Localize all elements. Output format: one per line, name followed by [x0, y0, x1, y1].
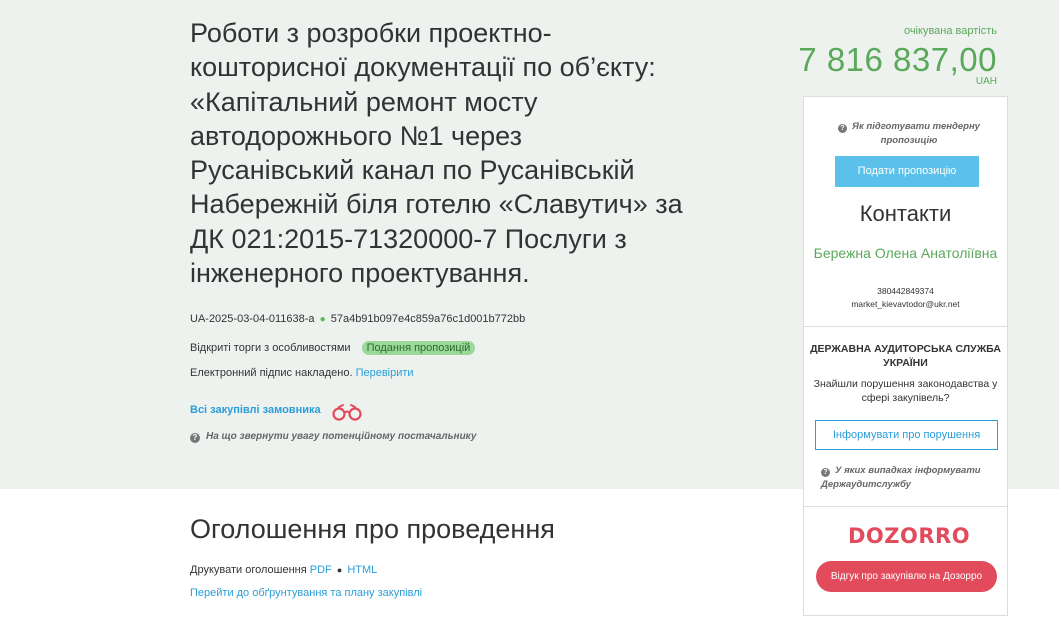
- print-pdf-link[interactable]: PDF: [310, 564, 332, 576]
- tender-title: Роботи з розробки проектно-кошторисної д…: [190, 18, 683, 289]
- contact-phone: 380442849374: [877, 286, 934, 296]
- report-violation-button[interactable]: Інформувати про порушення: [815, 420, 998, 450]
- question-icon: ?: [190, 433, 200, 443]
- contact-name: Бережна Олена Анатоліївна: [813, 245, 998, 261]
- expected-value-currency: UAH: [975, 76, 997, 87]
- contacts-title: Контакти: [859, 201, 952, 226]
- announcement-title: Оголошення про проведення: [190, 514, 555, 544]
- binoculars-icon[interactable]: [331, 403, 363, 421]
- procurement-plan-link[interactable]: Перейти до обґрунтування та плану закупі…: [190, 587, 422, 599]
- dasu-title: ДЕРЖАВНА АУДИТОРСЬКА СЛУЖБА УКРАЇНИ: [810, 343, 1001, 369]
- procedure-info: Відкриті торги з особливостями Подання п…: [190, 341, 476, 355]
- status-badge: Подання пропозицій: [361, 341, 476, 355]
- dozorro-logo: DOZORRO: [848, 524, 971, 548]
- howto-proposal-link[interactable]: ? Як підготувати тендерну пропозицію: [834, 120, 984, 148]
- divider: [804, 506, 1007, 507]
- contact-email: market_kievavtodor@ukr.net: [851, 299, 960, 309]
- attention-text: На що звернути увагу потенційному постач…: [206, 431, 477, 442]
- procedure-type: Відкриті торги з особливостями: [190, 342, 351, 354]
- esign-text: Електронний підпис накладено.: [190, 367, 353, 379]
- question-icon: ?: [838, 124, 848, 133]
- question-icon: ?: [821, 468, 830, 477]
- expected-value-caption: очікувана вартість: [903, 25, 997, 37]
- all-purchases-link[interactable]: Всі закупівлі замовника: [190, 404, 321, 416]
- expected-value-amount: 7 816 837,00: [798, 41, 997, 78]
- sidebar-panel: ? Як підготувати тендерну пропозицію Пода…: [803, 96, 1008, 616]
- dozorro-feedback-button[interactable]: Відгук про закупівлю на Дозорро: [816, 561, 997, 592]
- tender-id: UA-2025-03-04-011638-a: [190, 313, 315, 325]
- when-to-report-link[interactable]: ? У яких випадках інформувати Держаудитсл…: [821, 464, 1001, 492]
- divider: [804, 326, 1007, 327]
- submit-proposal-button[interactable]: Подати пропозицію: [835, 156, 979, 187]
- separator-dot: ●: [319, 314, 326, 325]
- esign-info: Електронний підпис накладено. Перевірити: [190, 367, 414, 379]
- supplier-attention-link[interactable]: ? На що звернути увагу потенційному поста…: [190, 431, 476, 443]
- print-html-link[interactable]: HTML: [347, 564, 377, 576]
- tender-identifiers: UA-2025-03-04-011638-a ● 57a4b91b097e4c8…: [190, 313, 525, 325]
- separator-dot: ●: [336, 565, 343, 575]
- dasu-text: Знайшли порушення законодавства у сфері …: [813, 378, 998, 404]
- verify-signature-link[interactable]: Перевірити: [356, 367, 414, 379]
- when-report-text: У яких випадках інформувати Держаудитслу…: [821, 465, 981, 490]
- print-label: Друкувати оголошення: [190, 564, 307, 576]
- print-announcement: Друкувати оголошення PDF ● HTML: [190, 564, 377, 576]
- howto-text: Як підготувати тендерну пропозицію: [852, 121, 980, 146]
- tender-hash: 57a4b91b097e4c859a76c1d001b772bb: [330, 313, 526, 325]
